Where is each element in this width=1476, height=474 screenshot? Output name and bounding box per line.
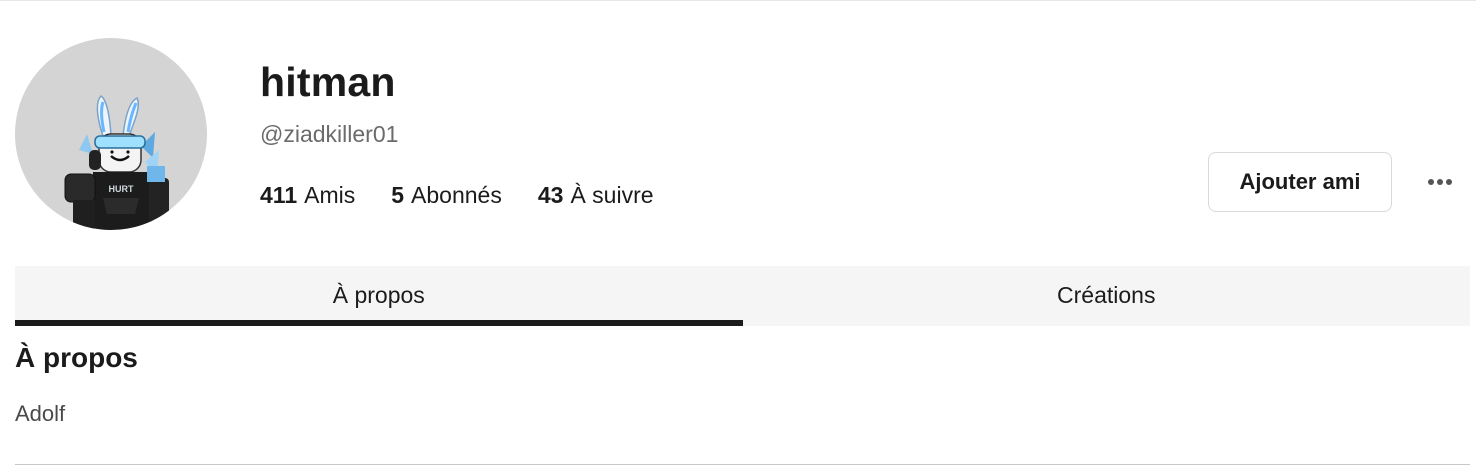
display-name: hitman (260, 59, 396, 105)
friends-label: Amis (304, 182, 356, 208)
tab-creations-label: Créations (1057, 281, 1156, 308)
followers-stat[interactable]: 5 Abonnés (391, 180, 502, 210)
following-count: 43 (537, 182, 564, 208)
section-divider (15, 464, 1470, 465)
profile-tabs: À propos Créations (15, 266, 1470, 326)
followers-count: 5 (391, 182, 405, 208)
top-border (0, 0, 1476, 1)
tab-about-label: À propos (332, 281, 425, 308)
about-description: Adolf (15, 401, 66, 426)
friends-count: 411 (260, 182, 298, 208)
following-label: À suivre (570, 182, 654, 208)
avatar-image: HURT (64, 95, 169, 230)
add-friend-button[interactable]: Ajouter ami (1208, 152, 1392, 212)
username: @ziadkiller01 (260, 121, 399, 147)
followers-label: Abonnés (411, 182, 502, 208)
more-horizontal-icon (1428, 179, 1452, 185)
profile-stats: 411 Amis 5 Abonnés 43 À suivre (260, 180, 654, 210)
tab-creations[interactable]: Créations (743, 266, 1471, 326)
tab-about[interactable]: À propos (15, 266, 743, 326)
more-options-button[interactable] (1418, 166, 1462, 198)
avatar[interactable]: HURT (15, 38, 207, 230)
friends-stat[interactable]: 411 Amis (260, 180, 355, 210)
svg-text:HURT: HURT (109, 184, 134, 194)
following-stat[interactable]: 43 À suivre (538, 180, 654, 210)
about-section-title: À propos (15, 342, 138, 373)
